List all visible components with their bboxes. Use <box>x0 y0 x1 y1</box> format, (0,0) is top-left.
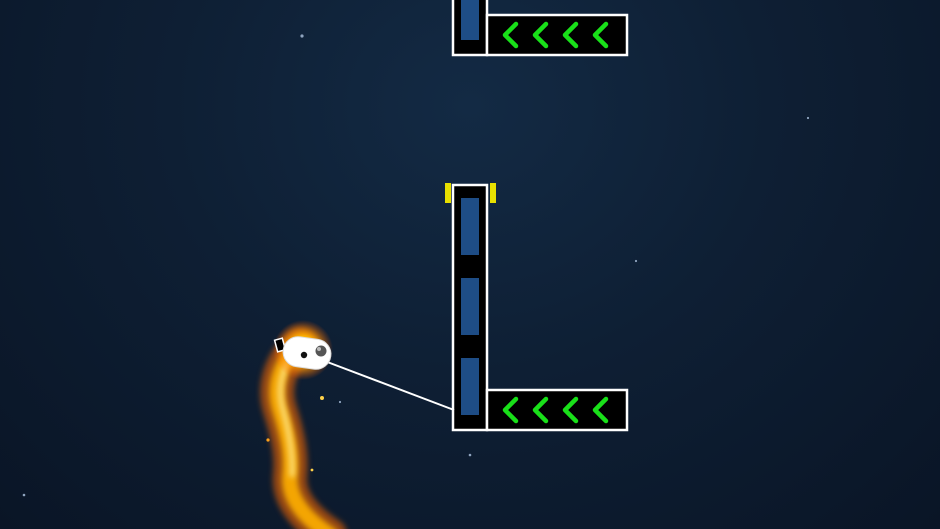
star-field <box>22 34 810 497</box>
robot-eye <box>300 351 308 359</box>
robot-porthole-shine <box>317 347 321 351</box>
star <box>22 493 26 497</box>
obstacle-panel <box>461 278 479 335</box>
obstacle-panel <box>461 0 479 40</box>
star <box>300 34 304 38</box>
obstacle-panel <box>461 358 479 415</box>
ember <box>310 468 314 472</box>
ember <box>320 396 324 400</box>
star <box>806 116 810 120</box>
post-cap-right <box>490 183 496 203</box>
star <box>338 400 342 404</box>
robot-porthole <box>315 345 327 357</box>
star <box>634 259 638 263</box>
obstacle-main-l-block <box>445 183 629 432</box>
ember <box>266 438 270 442</box>
game-canvas[interactable] <box>0 0 940 529</box>
obstacle-panel <box>461 198 479 255</box>
game-stage[interactable] <box>0 0 940 529</box>
post-cap-left <box>445 183 451 203</box>
obstacle-top-l-block <box>451 0 629 57</box>
grapple-line <box>321 359 455 411</box>
star <box>468 453 472 457</box>
